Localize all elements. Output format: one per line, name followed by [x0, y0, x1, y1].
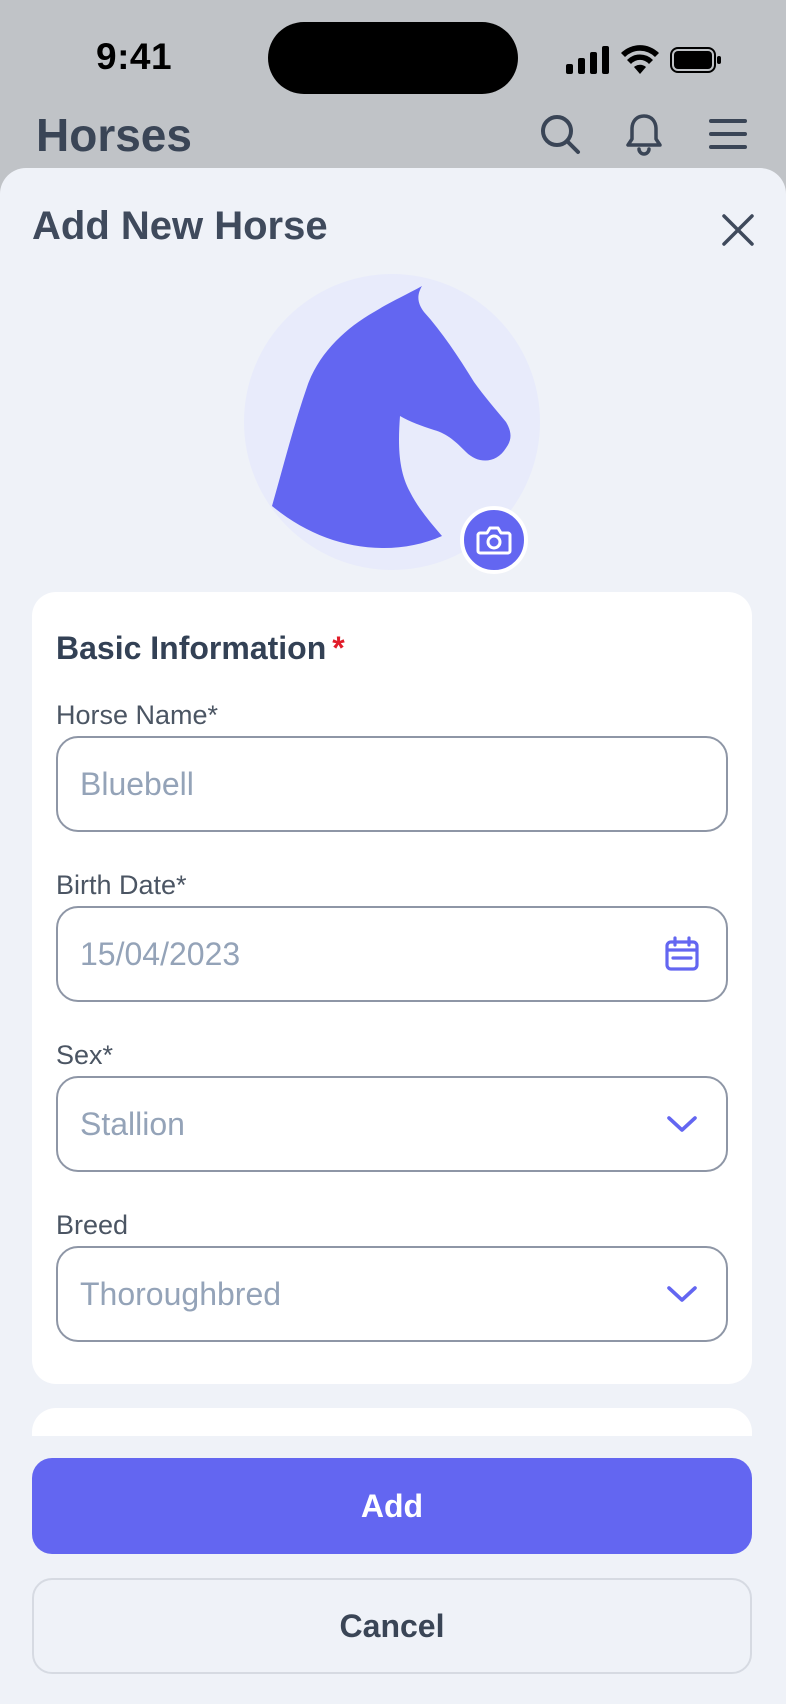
add-horse-sheet: Add New Horse Basic Information * Horse N…: [0, 168, 786, 1704]
sex-label: Sex*: [56, 1040, 114, 1070]
sex-dropdown-toggle[interactable]: [662, 1104, 702, 1144]
camera-icon: [476, 526, 512, 555]
calendar-button[interactable]: [662, 934, 702, 974]
section-title-text: Basic Information: [56, 630, 327, 666]
notifications-button[interactable]: [622, 112, 666, 156]
horse-name-input[interactable]: Bluebell: [56, 736, 728, 832]
status-bar: 9:41: [0, 0, 786, 100]
calendar-icon: [665, 936, 699, 971]
birth-date-input[interactable]: 15/04/2023: [56, 906, 728, 1002]
sex-value: Stallion: [80, 1106, 185, 1142]
chevron-down-icon: [667, 1116, 697, 1132]
bell-icon: [626, 114, 662, 156]
page-title: Horses: [36, 109, 192, 161]
horse-name-label: Horse Name*: [56, 700, 219, 730]
horse-name-value: Bluebell: [80, 766, 194, 802]
dynamic-island: [268, 22, 518, 94]
breed-dropdown-toggle[interactable]: [662, 1274, 702, 1314]
basic-information-card: Basic Information * Horse Name* Bluebell …: [32, 592, 752, 1384]
sex-select[interactable]: Stallion: [56, 1076, 728, 1172]
upload-photo-button[interactable]: [460, 506, 528, 574]
signal-icon: [566, 46, 609, 74]
status-icons: [566, 42, 722, 78]
cancel-button[interactable]: Cancel: [32, 1578, 752, 1674]
header-actions: [538, 112, 750, 156]
menu-icon: [709, 119, 747, 149]
breed-select[interactable]: Thoroughbred: [56, 1246, 728, 1342]
status-time: 9:41: [96, 36, 173, 77]
chevron-down-icon: [667, 1286, 697, 1302]
close-icon: [722, 214, 754, 246]
sheet-footer: Add Cancel: [0, 1436, 786, 1704]
search-icon: [541, 115, 580, 154]
breed-value: Thoroughbred: [80, 1276, 282, 1312]
close-button[interactable]: [716, 208, 760, 252]
battery-icon: [670, 47, 721, 73]
breed-label: Breed: [56, 1210, 129, 1240]
section-title: Basic Information *: [56, 630, 345, 667]
birth-date-label: Birth Date*: [56, 870, 187, 900]
sheet-title: Add New Horse: [32, 204, 328, 248]
search-button[interactable]: [538, 112, 582, 156]
required-marker: *: [332, 630, 345, 666]
birth-date-value: 15/04/2023: [80, 936, 241, 972]
app-header: Horses: [0, 100, 786, 170]
horse-photo-picker[interactable]: [244, 274, 540, 574]
wifi-icon: [621, 45, 659, 74]
add-button[interactable]: Add: [32, 1458, 752, 1554]
menu-button[interactable]: [706, 112, 750, 156]
